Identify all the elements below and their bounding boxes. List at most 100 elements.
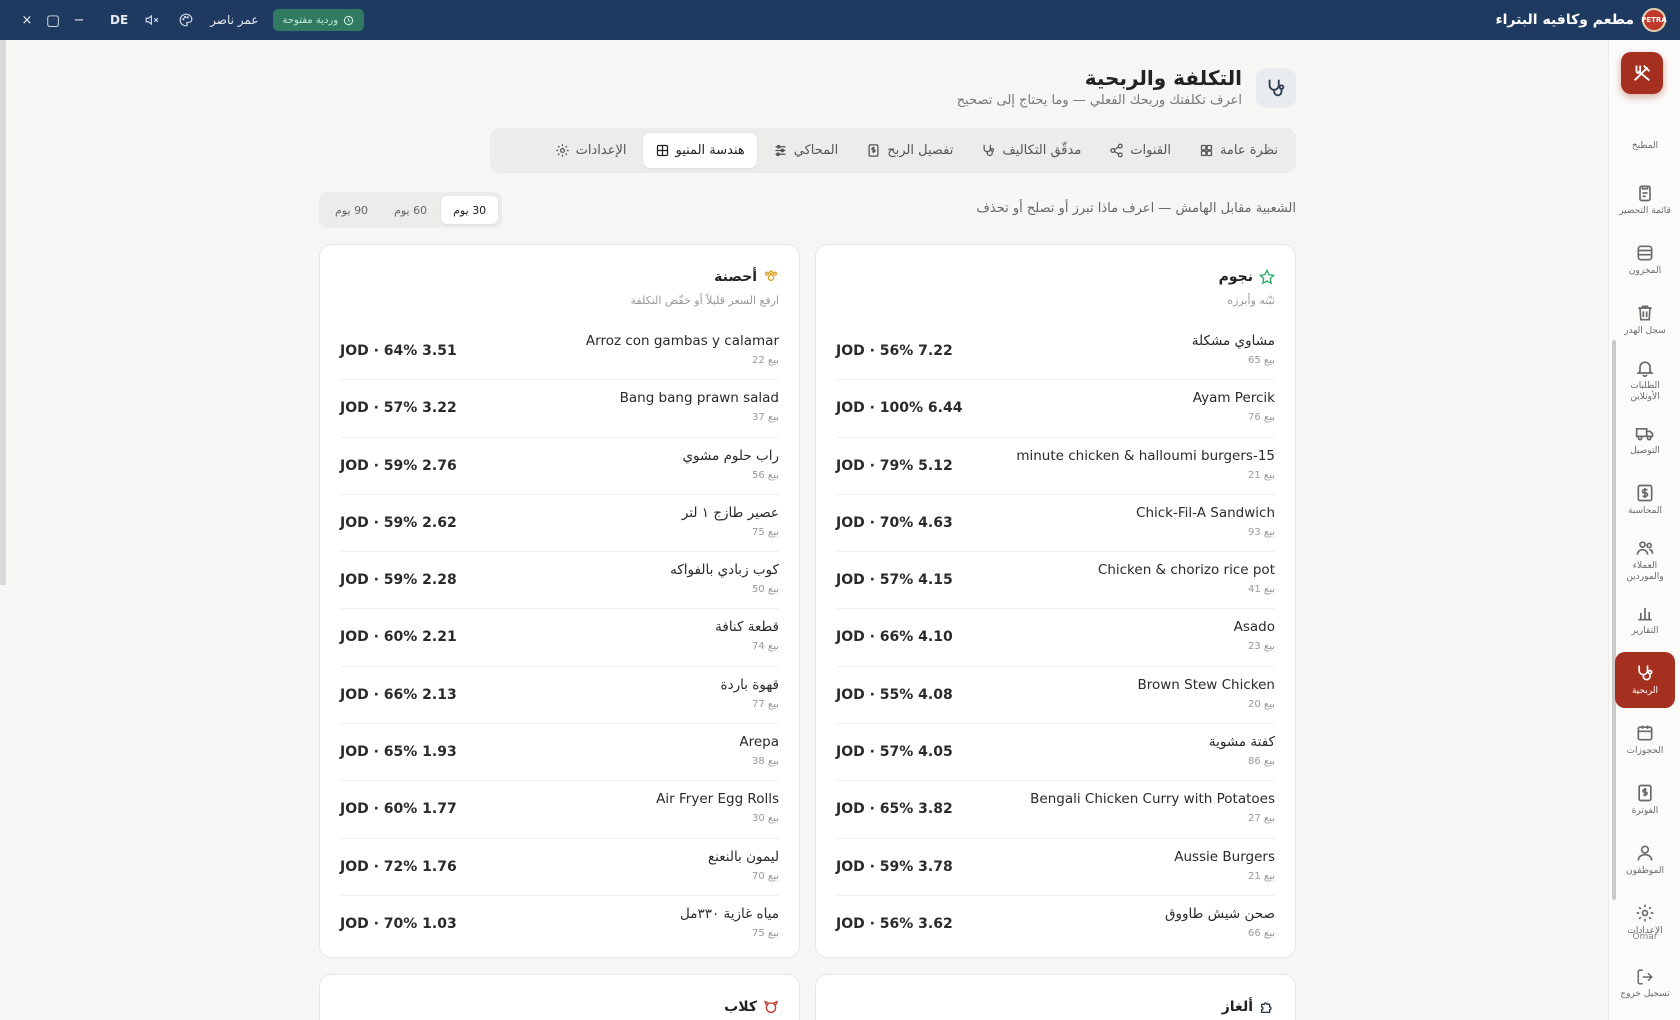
- item-name: Ayam Percik: [1192, 390, 1275, 407]
- rail-item-label: المطبخ: [1631, 141, 1659, 151]
- menu-item-row[interactable]: Asado بيع 23 JOD · 66% 4.10: [836, 609, 1275, 667]
- item-sales-count: بيع 30: [751, 813, 779, 825]
- menu-item-row[interactable]: راب حلوم مشوي بيع 56 JOD · 59% 2.76: [340, 438, 779, 495]
- rail-item[interactable]: سجل الهدر: [1615, 292, 1675, 348]
- rail-item-label: الطلبات الأونلاين: [1630, 380, 1660, 402]
- rail-item-label: التقارير: [1631, 626, 1659, 636]
- rail-item[interactable]: قائمة التحضير: [1615, 172, 1675, 228]
- rail-item-label: المحاسبة: [1627, 506, 1663, 516]
- menu-item-row[interactable]: ليمون بالنعنع بيع 70 JOD · 72% 1.76: [340, 839, 779, 896]
- item-sales-count: بيع 21: [1247, 469, 1275, 481]
- tab[interactable]: نظرة عامة: [1187, 133, 1290, 168]
- maximize-window-button[interactable]: ▢: [40, 7, 66, 33]
- tab[interactable]: المحاكي: [761, 133, 850, 168]
- menu-item-row[interactable]: Bang bang prawn salad بيع 37 JOD · 57% 3.2…: [340, 380, 779, 438]
- menu-item-row[interactable]: Chick-Fil-A Sandwich بيع 93 JOD · 70% 4.63: [836, 495, 1275, 553]
- period-option[interactable]: 60 يوم: [382, 196, 439, 224]
- menu-item-row[interactable]: مشاوي مشكلة بيع 65 JOD · 56% 7.22: [836, 323, 1275, 381]
- menu-item-row[interactable]: Ayam Percik بيع 76 JOD · 100% 6.44: [836, 380, 1275, 438]
- rail-item[interactable]: الطلبات الأونلاين: [1615, 352, 1675, 408]
- menu-item-row[interactable]: عصير طازج ١ لتر بيع 75 JOD · 59% 2.62: [340, 495, 779, 553]
- tab[interactable]: تفصيل الربح: [854, 133, 965, 168]
- period-option[interactable]: 90 يوم: [323, 196, 380, 224]
- tab[interactable]: القنوات: [1097, 133, 1183, 168]
- menu-item-row[interactable]: Bengali Chicken Curry with Potatoes بيع 2…: [836, 781, 1275, 839]
- menu-item-row[interactable]: Arroz con gambas y calamar بيع 22 JOD · 64…: [340, 323, 779, 381]
- item-name: Bengali Chicken Curry with Potatoes: [1030, 791, 1275, 808]
- rail-item[interactable]: التقارير: [1615, 592, 1675, 648]
- horses-list: Arroz con gambas y calamar بيع 22 JOD · 64…: [340, 323, 779, 953]
- item-margin-value: JOD · 57% 4.15: [836, 572, 953, 589]
- menu-item-row[interactable]: كوب زبادي بالفواكه بيع 50 JOD · 59% 2.28: [340, 552, 779, 610]
- item-margin-value: JOD · 72% 1.76: [340, 858, 457, 875]
- rail-item-label: المخزون: [1628, 266, 1662, 276]
- item-name: كفتة مشوية: [1208, 734, 1275, 751]
- item-name: راب حلوم مشوي: [682, 447, 779, 464]
- close-window-button[interactable]: ×: [14, 7, 40, 33]
- minimize-window-button[interactable]: −: [66, 7, 92, 33]
- item-name: ليمون بالنعنع: [707, 848, 779, 865]
- item-name: Bang bang prawn salad: [619, 390, 779, 407]
- shift-status-badge[interactable]: وردية مفتوحة: [272, 9, 365, 31]
- item-margin-value: JOD · 59% 3.78: [836, 858, 953, 875]
- language-switch[interactable]: DE: [110, 13, 128, 27]
- period-option[interactable]: 30 يوم: [441, 196, 499, 224]
- menu-item-row[interactable]: صحن شيش طاووق بيع 66 JOD · 56% 3.62: [836, 896, 1275, 953]
- menu-item-row[interactable]: قهوة باردة بيع 77 JOD · 66% 2.13: [340, 667, 780, 725]
- item-name: قهوة باردة: [720, 676, 780, 693]
- rail-item[interactable]: المحاسبة: [1615, 472, 1675, 528]
- menu-item-row[interactable]: قطعة كنافة بيع 74 JOD · 60% 2.21: [340, 609, 779, 667]
- logout-icon: [1637, 969, 1653, 984]
- menu-item-row[interactable]: Arepa بيع 38 JOD · 65% 1.93: [340, 724, 779, 782]
- horses-card: أحصنة ارفع السعر قليلاً أو خفّض التكلفة …: [319, 244, 800, 958]
- sliders-icon: [775, 144, 786, 157]
- rail-user-name: Omar: [1632, 932, 1658, 942]
- clipboard-icon: [1639, 185, 1651, 202]
- rail-item[interactable]: الربحية: [1615, 652, 1675, 708]
- rail-item[interactable]: المطبخ: [1615, 130, 1675, 160]
- rail-item[interactable]: الموظفون: [1615, 832, 1675, 888]
- rail-item[interactable]: الفوترة: [1615, 772, 1675, 828]
- rail-item[interactable]: الحجوزات: [1615, 712, 1675, 768]
- trash-icon: [1638, 305, 1652, 321]
- table-icon: [656, 144, 668, 157]
- mute-icon[interactable]: [142, 10, 162, 30]
- menu-item-row[interactable]: Brown Stew Chicken بيع 20 JOD · 55% 4.08: [836, 667, 1275, 725]
- item-sales-count: بيع 38: [751, 756, 779, 768]
- page-scrollbar[interactable]: [0, 40, 6, 585]
- rail-item-label: سجل الهدر: [1624, 326, 1666, 336]
- logout-button[interactable]: تسجيل خروج: [1615, 958, 1675, 1008]
- tab[interactable]: هندسة المنيو: [642, 133, 757, 168]
- stethoscope-icon: [1256, 68, 1296, 108]
- horse-icon: [765, 270, 777, 281]
- receipt-icon: [868, 144, 879, 157]
- rail-item[interactable]: العملاء والموردين: [1615, 532, 1675, 588]
- item-margin-value: JOD · 57% 4.05: [836, 744, 953, 761]
- item-name: قطعة كنافة: [715, 619, 779, 636]
- menu-item-row[interactable]: كفتة مشوية بيع 86 JOD · 57% 4.05: [836, 724, 1275, 782]
- tab[interactable]: مدقّق التكاليف: [969, 133, 1093, 168]
- menu-item-row[interactable]: مياه غازية ٣٣٠مل بيع 75 JOD · 70% 1.03: [340, 896, 779, 953]
- current-user[interactable]: عمر ناصر: [210, 13, 258, 27]
- stars-card: نجوم ثبّته وأبرزه مشاوي مشكلة بيع 65 JOD ·…: [815, 244, 1296, 958]
- menu-item-row[interactable]: Air Fryer Egg Rolls بيع 30 JOD · 60% 1.77: [340, 781, 779, 839]
- card-title: نجوم: [1218, 269, 1253, 285]
- rail-item[interactable]: المخزون: [1615, 232, 1675, 288]
- tab-label: هندسة المنيو: [675, 143, 745, 158]
- rail-item-label: الفوترة: [1631, 806, 1659, 816]
- rail-item[interactable]: التوصيل: [1615, 412, 1675, 468]
- item-name: Asado: [1233, 619, 1275, 636]
- card-subtitle: ارفع السعر قليلاً أو خفّض التكلفة: [630, 294, 779, 307]
- menu-item-row[interactable]: minute chicken & halloumi burgers-15 بيع …: [836, 438, 1275, 495]
- clock-icon: [343, 15, 354, 25]
- item-margin-value: JOD · 57% 3.22: [340, 400, 457, 417]
- item-name: Chicken & chorizo rice pot: [1097, 562, 1275, 579]
- app-logo: PETRA: [1641, 8, 1667, 32]
- menu-item-row[interactable]: Chicken & chorizo rice pot بيع 41 JOD · 57…: [836, 552, 1275, 610]
- palette-icon[interactable]: [176, 10, 196, 30]
- tab-label: الإعدادات: [575, 143, 627, 158]
- tab[interactable]: الإعدادات: [543, 133, 639, 168]
- card-title: أحصنة: [714, 269, 757, 285]
- utensils-icon[interactable]: [1621, 52, 1663, 94]
- menu-item-row[interactable]: Aussie Burgers بيع 21 JOD · 59% 3.78: [836, 839, 1275, 896]
